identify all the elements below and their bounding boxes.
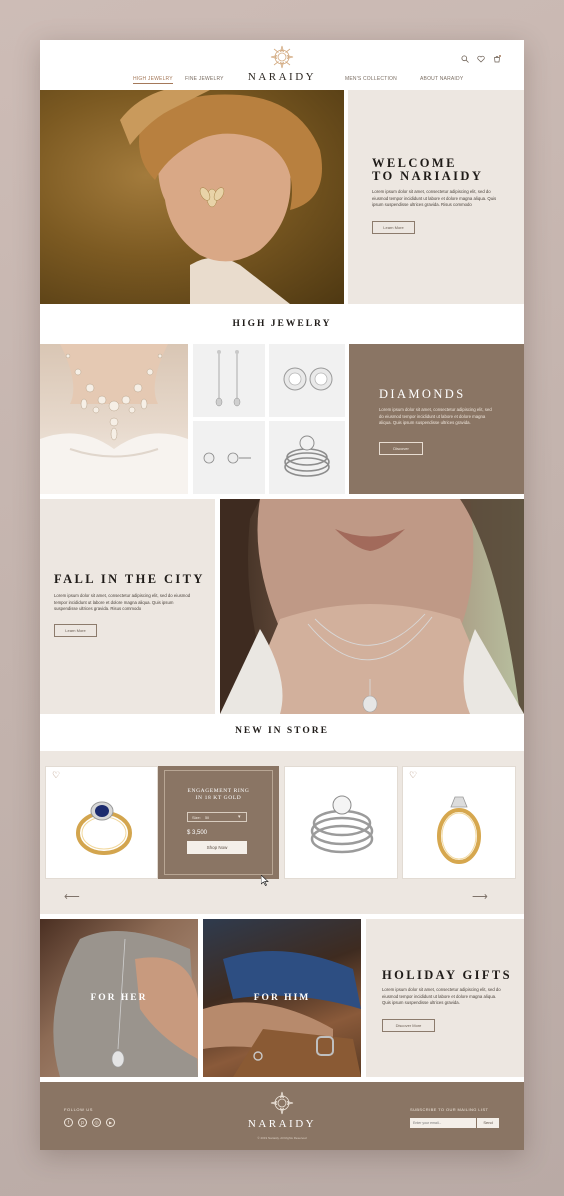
email-input[interactable]	[410, 1118, 476, 1128]
hero-image	[40, 90, 344, 304]
featured-name-line2: IN 18 KT GOLD	[195, 795, 242, 801]
pinterest-icon[interactable]: p	[78, 1118, 87, 1127]
size-select[interactable]: Size: 5ll ▾	[187, 812, 247, 822]
fall-title: FALL IN THE CITY	[54, 572, 205, 586]
diamonds-panel: DIAMONDS Lorem ipsum dolor sit amet, con…	[349, 344, 524, 494]
hero-title-line2: TO NARIAIDY	[372, 169, 484, 183]
product-card-solitaire-ring[interactable]: ♡	[402, 766, 516, 879]
footer-brand: NARAIDY	[247, 1118, 317, 1130]
wishlist-heart-icon[interactable]: ♡	[409, 770, 417, 781]
fall-model-image	[220, 499, 524, 714]
hero-panel: WELCOME TO NARIAIDY Lorem ipsum dolor si…	[348, 90, 524, 304]
product-card-pave-ring[interactable]	[284, 766, 398, 879]
copyright: © 2019 Nariaidy. All Rights Reserved	[257, 1136, 307, 1140]
site-header: HIGH JEWELRY FINE JEWELRY NARAIDY MEN'S …	[40, 40, 524, 90]
hero-text: Lorem ipsum dolor sit amet, consectetur …	[372, 189, 497, 207]
site-footer: FOLLOW US f p ◎ ▶ NARAIDY © 2019 Nariaid…	[40, 1082, 524, 1150]
facebook-icon[interactable]: f	[64, 1118, 73, 1127]
nav-fine-jewelry[interactable]: FINE JEWELRY	[185, 76, 224, 82]
halo-earrings-image[interactable]	[269, 344, 345, 417]
featured-name-line1: ENGAGEMENT RING	[187, 788, 250, 794]
search-icon[interactable]	[461, 50, 469, 63]
follow-us-label: FOLLOW US	[64, 1107, 93, 1112]
holiday-gifts-title: HOLIDAY GIFTS	[382, 968, 512, 982]
featured-product-card: ENGAGEMENT RING IN 18 KT GOLD Size: 5ll …	[158, 766, 279, 879]
holiday-gifts-text: Lorem ipsum dolor sit amet, consectetur …	[382, 987, 501, 1005]
social-links: f p ◎ ▶	[64, 1118, 124, 1128]
nav-high-jewelry[interactable]: HIGH JEWELRY	[133, 76, 173, 84]
product-card-sapphire-ring[interactable]: ♡	[45, 766, 158, 879]
diamonds-discover-button[interactable]: Discover	[379, 442, 423, 455]
diamonds-text: Lorem ipsum dolor sit amet, consectetur …	[379, 407, 492, 425]
new-in-store-band: ♡ ENGAGEMENT RING IN 18 KT GOLD Size: 5l…	[40, 751, 524, 914]
high-jewelry-title: HIGH JEWELRY	[232, 319, 332, 329]
footer-emblem-icon	[269, 1090, 295, 1116]
holiday-gifts-panel: HOLIDAY GIFTS Lorem ipsum dolor sit amet…	[366, 919, 524, 1077]
instagram-icon[interactable]: ◎	[92, 1118, 101, 1127]
carousel-next-arrow-icon[interactable]: ⟶	[472, 890, 488, 903]
send-button[interactable]: Send	[477, 1118, 499, 1128]
heart-icon[interactable]	[477, 50, 485, 63]
hero-learn-more-button[interactable]: Learn More	[372, 221, 415, 234]
holiday-discover-more-button[interactable]: Discover More	[382, 1019, 435, 1032]
carousel-prev-arrow-icon[interactable]: ⟵	[64, 890, 80, 903]
for-her-label: FOR HER	[90, 993, 148, 1003]
mouse-cursor-icon	[260, 873, 269, 891]
drop-earrings-image[interactable]	[193, 344, 265, 417]
brand-emblem-icon[interactable]	[269, 44, 295, 70]
subscribe-label: SUBSCRIBE TO OUR MAILING LIST	[410, 1107, 489, 1112]
nav-mens-collection[interactable]: MEN'S COLLECTION	[345, 76, 397, 82]
featured-frame	[164, 770, 273, 875]
featured-price: $ 3,500	[187, 830, 208, 836]
youtube-icon[interactable]: ▶	[106, 1118, 115, 1127]
size-value: 5ll	[205, 815, 210, 820]
fall-panel: FALL IN THE CITY Lorem ipsum dolor sit a…	[40, 499, 215, 714]
cart-icon[interactable]	[493, 50, 501, 63]
size-label: Size:	[192, 815, 201, 820]
fall-text: Lorem ipsum dolor sit amet, consectetur …	[54, 593, 191, 611]
for-him-label: FOR HIM	[253, 993, 311, 1003]
for-him-tile[interactable]: FOR HIM	[203, 919, 361, 1077]
diamonds-title: DIAMONDS	[379, 387, 466, 401]
for-her-tile[interactable]: FOR HER	[40, 919, 198, 1077]
necklace-image[interactable]	[40, 344, 188, 494]
brand-logo[interactable]: NARAIDY	[247, 71, 317, 83]
page: HIGH JEWELRY FINE JEWELRY NARAIDY MEN'S …	[40, 40, 524, 1150]
fall-learn-more-button[interactable]: Learn More	[54, 624, 97, 637]
wishlist-heart-icon[interactable]: ♡	[52, 770, 60, 781]
nav-about[interactable]: ABOUT NARAIDY	[420, 76, 463, 82]
diamond-ring-image[interactable]	[269, 421, 345, 494]
new-in-store-title: NEW IN STORE	[235, 726, 329, 736]
shop-now-button[interactable]: Shop Now	[187, 841, 247, 854]
stud-earrings-image[interactable]	[193, 421, 265, 494]
chevron-down-icon: ▾	[238, 814, 241, 820]
